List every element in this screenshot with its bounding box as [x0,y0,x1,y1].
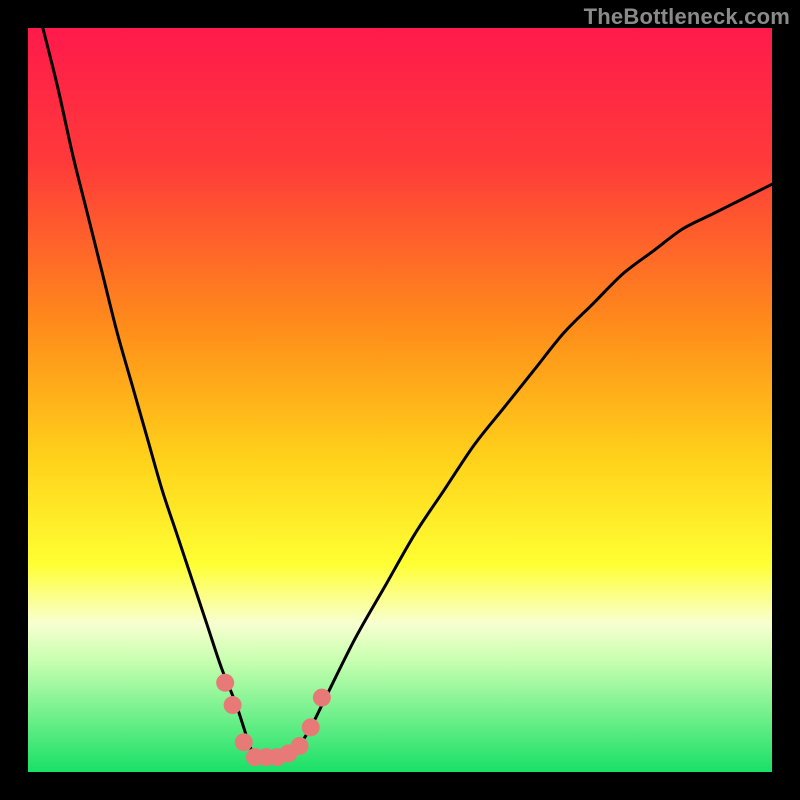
marker-dot [224,696,242,714]
marker-dot [235,733,253,751]
watermark-text: TheBottleneck.com [584,4,790,30]
plot-area [28,28,772,772]
chart-frame: TheBottleneck.com [0,0,800,800]
marker-dot [291,737,309,755]
chart-svg [28,28,772,772]
marker-dot [302,718,320,736]
marker-dot [216,674,234,692]
marker-dot [313,689,331,707]
gradient-background [28,28,772,772]
